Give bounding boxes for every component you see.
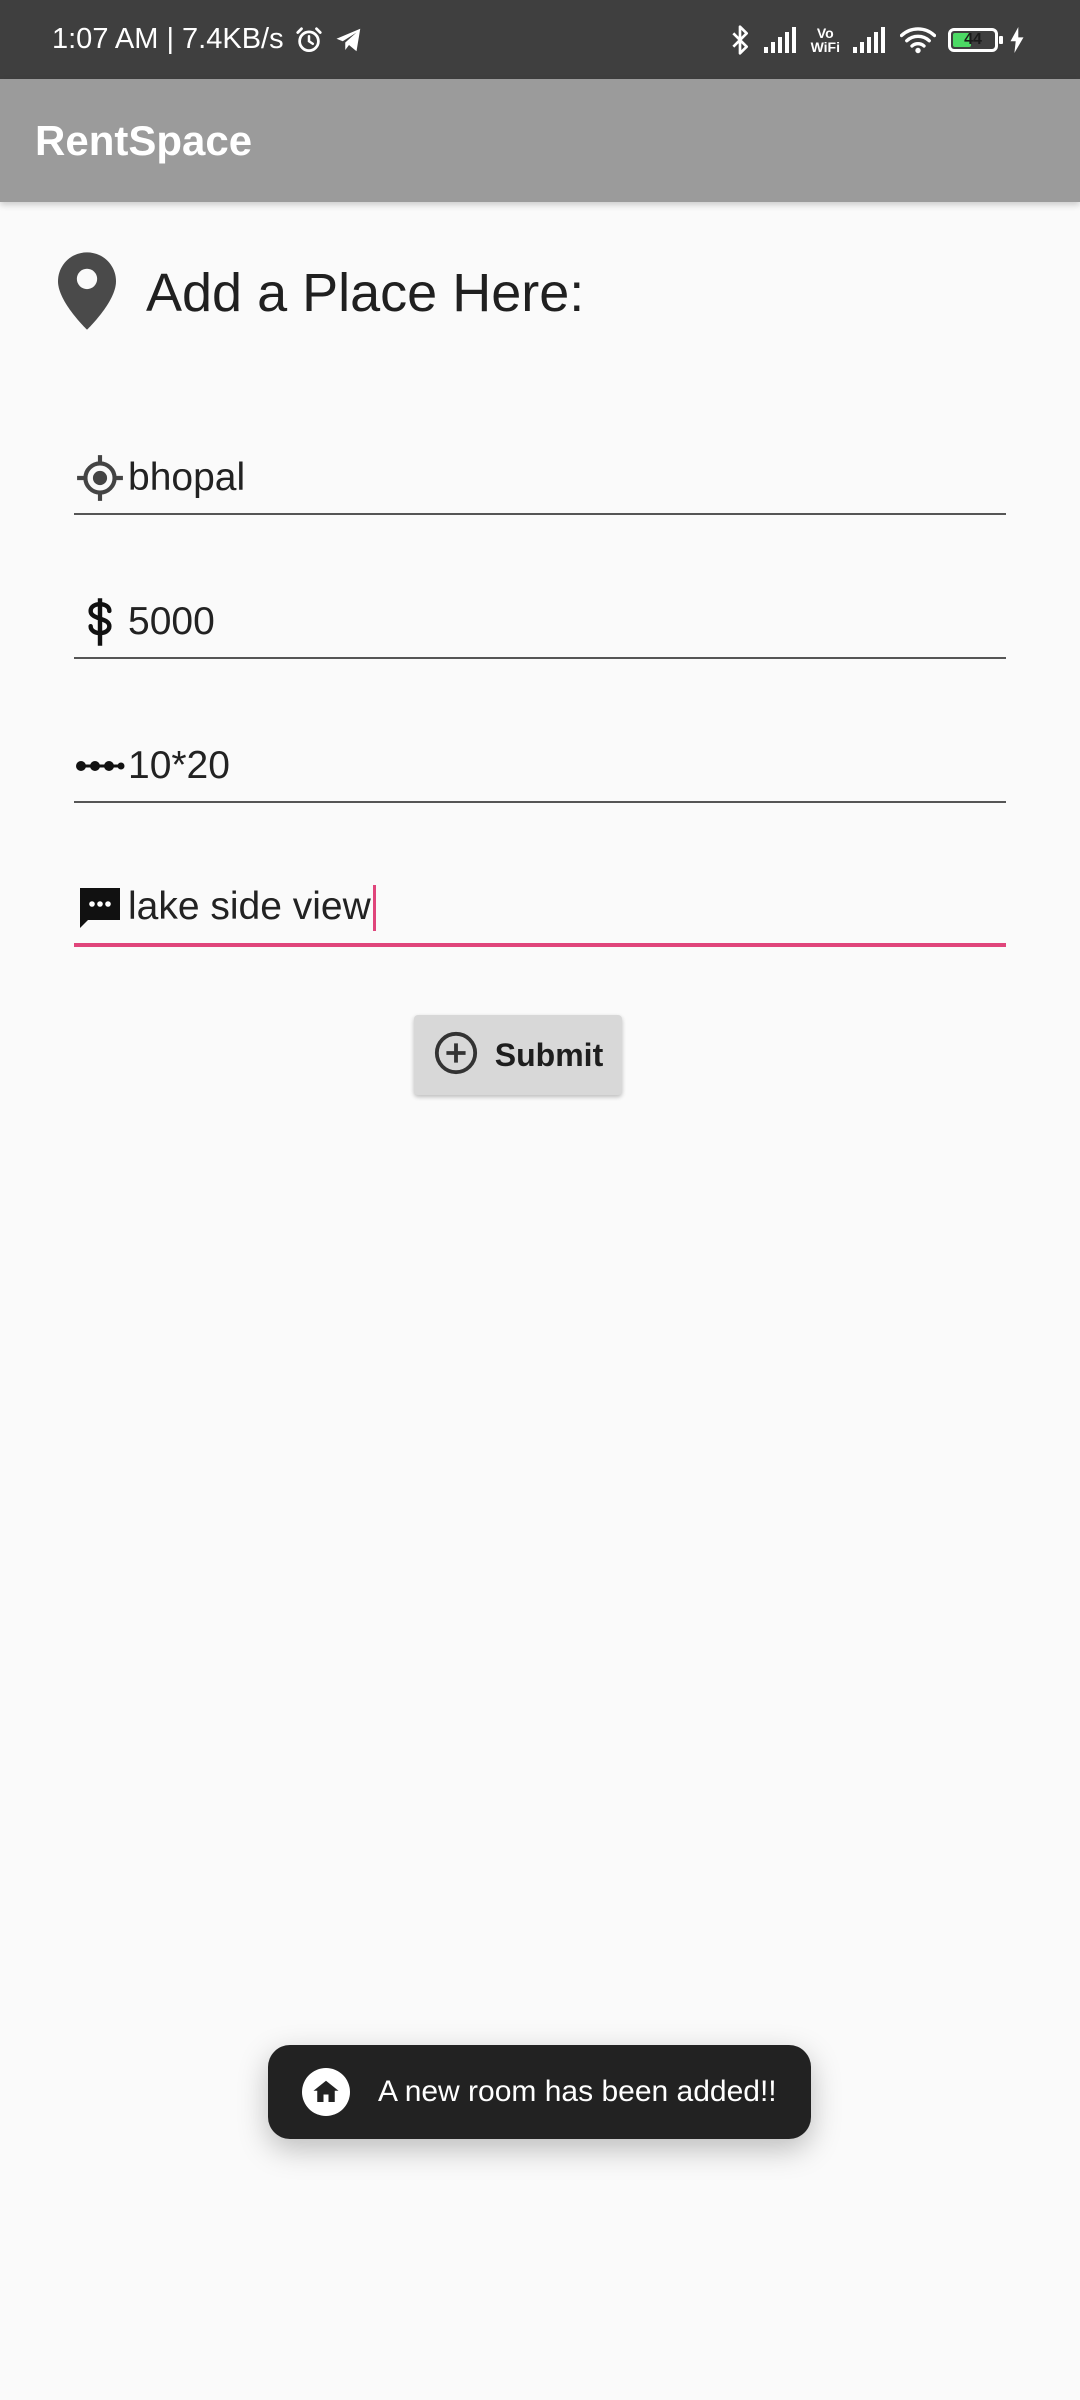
screen: 1:07 AM | 7.4KB/s Vo WiFi 44 RentSpace A… xyxy=(0,0,1080,2400)
price-value: 5000 xyxy=(128,600,215,643)
charging-icon xyxy=(1010,26,1024,53)
battery-icon: 44 xyxy=(948,27,1003,52)
wifi-icon xyxy=(900,26,936,54)
measure-dots-icon xyxy=(74,740,126,792)
form-heading: Add a Place Here: xyxy=(58,251,585,335)
home-icon xyxy=(302,2068,350,2116)
signal-icon-1 xyxy=(763,26,799,53)
signal-icon-2 xyxy=(852,26,888,53)
description-field[interactable]: lake side view xyxy=(74,873,1006,947)
description-value-wrap: lake side view xyxy=(128,885,376,932)
telegram-icon xyxy=(334,25,364,55)
vowifi-bottom: WiFi xyxy=(810,38,840,55)
toast-message: A new room has been added!! xyxy=(378,2075,777,2108)
size-field[interactable]: 10*20 xyxy=(74,731,1006,803)
price-field[interactable]: 5000 xyxy=(74,587,1006,659)
status-bar-left: 1:07 AM | 7.4KB/s xyxy=(52,0,364,79)
location-value: bhopal xyxy=(128,456,246,499)
vowifi-top: Vo xyxy=(816,24,834,41)
app-bar: RentSpace xyxy=(0,79,1080,202)
size-value: 10*20 xyxy=(128,744,230,787)
vowifi-indicator: Vo WiFi xyxy=(811,26,840,54)
battery-level: 44 xyxy=(964,30,982,48)
app-title: RentSpace xyxy=(35,117,253,164)
page-title: Add a Place Here: xyxy=(146,263,585,323)
location-pin-icon xyxy=(58,251,116,335)
dollar-icon xyxy=(74,596,126,648)
submit-label: Submit xyxy=(494,1036,604,1073)
location-field[interactable]: bhopal xyxy=(74,443,1006,515)
status-bar-right: Vo WiFi 44 xyxy=(729,0,1024,79)
alarm-icon xyxy=(294,25,324,55)
gps-target-icon xyxy=(74,452,126,504)
description-value: lake side view xyxy=(128,884,371,928)
status-bar: 1:07 AM | 7.4KB/s Vo WiFi 44 xyxy=(0,0,1080,79)
message-icon xyxy=(74,882,126,934)
toast-notification: A new room has been added!! xyxy=(268,2045,811,2139)
status-time-speed: 1:07 AM | 7.4KB/s xyxy=(52,23,284,55)
add-circle-icon xyxy=(433,1030,479,1081)
text-cursor xyxy=(372,885,376,932)
bluetooth-icon xyxy=(729,24,751,56)
submit-button[interactable]: Submit xyxy=(414,1015,622,1095)
